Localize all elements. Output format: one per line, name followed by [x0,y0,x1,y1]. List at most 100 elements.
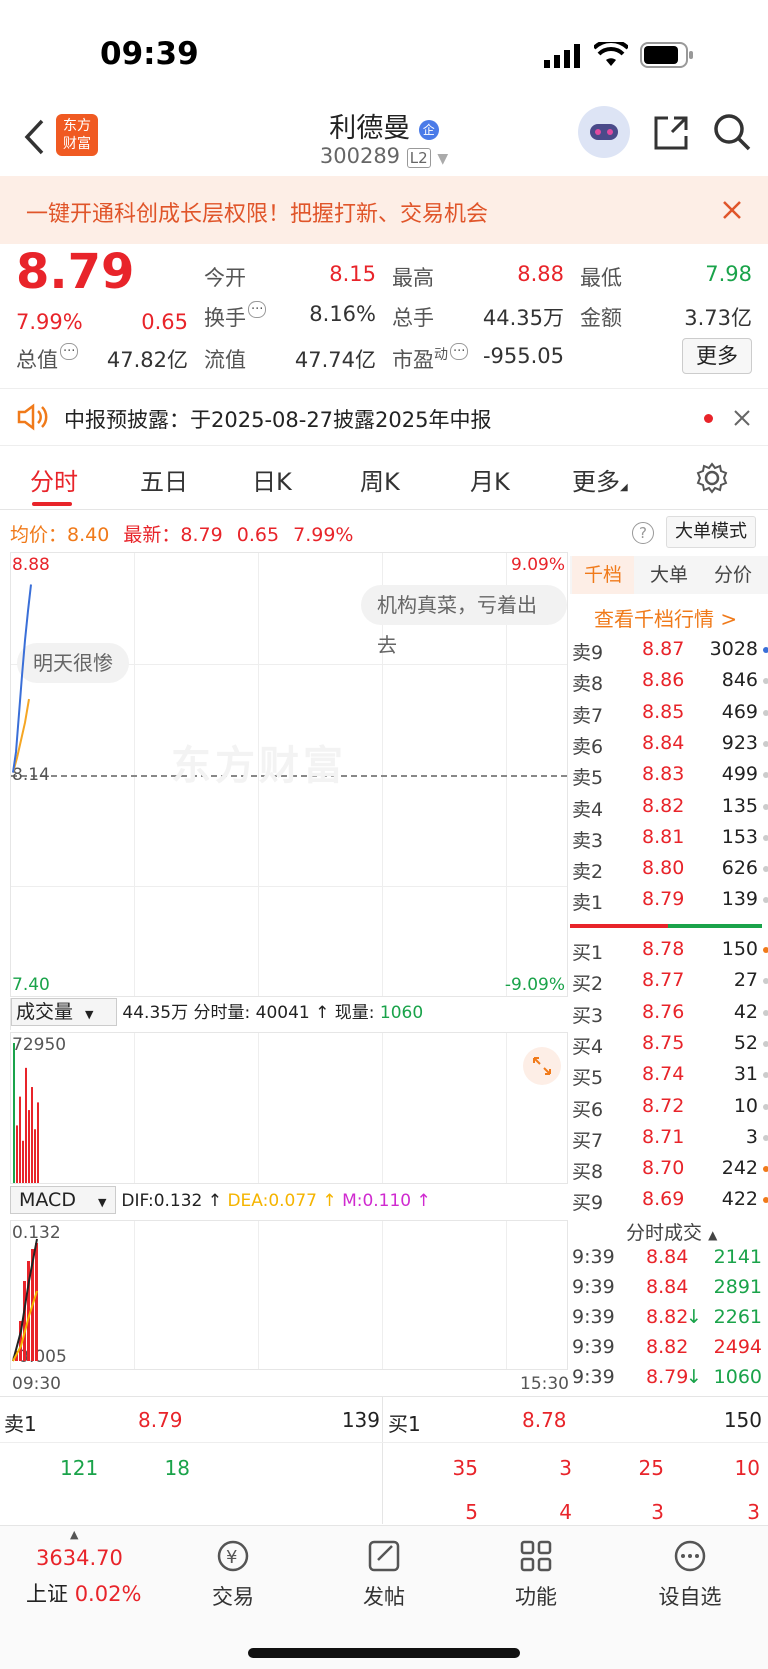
bid-row[interactable]: 买1 8.78 150 [572,938,768,966]
tab-weekly-k[interactable]: 周K [360,462,400,497]
high-label: 最高 [392,266,434,290]
chart-tabs: 分时 五日 日K 周K 月K 更多◢ [0,448,768,510]
ask-row[interactable]: 卖9 8.87 3028 [572,638,768,666]
volume-bars [13,1043,39,1183]
macd-dea: DEA:0.077 [227,1191,317,1211]
caret-up-icon: ▲ [708,1228,718,1242]
float-value: 47.74亿 [294,348,376,372]
up-arrow-icon: ↑ [416,1191,431,1211]
divider [0,1442,768,1443]
ask-price: 8.80 [642,857,685,880]
promo-banner[interactable]: 一键开通科创成长层权限！把握打新、交易机会 [0,176,768,244]
info-icon[interactable]: ··· [450,343,469,360]
turnover-value: 8.16% [309,302,376,326]
more-button[interactable]: 更多 [682,338,752,374]
tab-more-label: 更多 [572,468,620,496]
nav-add-watchlist[interactable]: 设自选 [640,1526,740,1611]
robot-assistant-icon[interactable] [578,106,630,158]
intraday-chart[interactable]: 东方财富 8.88 8.14 7.40 9.09% -9.09% 机构真菜，亏着… [10,552,568,997]
bid-row[interactable]: 买3 8.76 42 [572,1001,768,1029]
ticks-title[interactable]: 分时成交 ▲ [626,1218,717,1245]
info-icon[interactable]: ··· [60,343,79,360]
ask-volume: 846 [721,669,758,692]
current-volume: 1060 [379,1003,424,1023]
bid-volume: 150 [721,938,758,960]
bid-indicator-dot [763,1103,768,1110]
bid-row[interactable]: 买4 8.75 52 [572,1032,768,1060]
tab-daily-k[interactable]: 日K [252,462,292,497]
tick-row: 9:39 8.82 2494 [572,1336,768,1364]
close-icon[interactable] [722,200,742,220]
bid-volume: 422 [721,1188,758,1211]
bid-indicator-dot [763,1040,768,1047]
ask-row[interactable]: 卖8 8.86 846 [572,669,768,697]
buy-queue-item: 3 [747,1500,760,1524]
pe-label: 市盈 [392,348,434,372]
ask-row[interactable]: 卖7 8.85 469 [572,701,768,729]
bid-row[interactable]: 买7 8.71 3 [572,1126,768,1154]
tab-intraday[interactable]: 分时 [30,462,78,497]
tab-price-distribution[interactable]: 分价 [702,556,764,594]
bottom-nav: ▲ 3634.70 上证 0.02% ¥ 交易 发帖 功能 设自选 [0,1525,768,1669]
tick-volume: 2494 [713,1336,762,1358]
share-icon[interactable] [652,114,690,152]
tick-row: 9:39 8.79 ↓ 1060 [572,1366,768,1394]
ask-indicator-dot [763,678,768,685]
volume-bar [25,1067,27,1183]
ask-volume: 626 [721,857,758,880]
close-icon[interactable] [734,410,750,426]
bid-level: 买8 [572,1161,604,1184]
volume-selector[interactable]: 成交量 ▼ [11,998,117,1026]
bid-row[interactable]: 买8 8.70 242 [572,1157,768,1185]
help-icon[interactable]: ? [632,522,654,544]
bid-row[interactable]: 买6 8.72 10 [572,1095,768,1123]
nav-add-watchlist-label: 设自选 [658,1585,722,1609]
ask-row[interactable]: 卖1 8.79 139 [572,888,768,916]
ask-row[interactable]: 卖3 8.81 153 [572,826,768,854]
bid-row[interactable]: 买9 8.69 422 [572,1188,768,1216]
view-thousand-level-link[interactable]: 查看千档行情 > [594,603,737,632]
ask-row[interactable]: 卖2 8.80 626 [572,857,768,885]
divider [382,1396,383,1524]
mktcap-label: 总值 [16,348,58,372]
open-value: 8.15 [329,262,376,286]
volume-header: 成交量 ▼ 44.35万 分时量: 40041 ↑ 现量: 1060 [10,998,568,1030]
low-value: 7.98 [705,262,752,286]
nav-trade-label: 交易 [212,1585,254,1609]
macd-selector[interactable]: MACD ▼ [10,1186,116,1214]
nav-post[interactable]: 发帖 [334,1526,434,1611]
ask-volume: 923 [721,731,758,754]
notice-bar[interactable]: 中报预披露：于2025-08-27披露2025年中报 [0,388,768,446]
ask-indicator-dot [763,834,768,841]
volume-total: 44.35万 [122,1003,189,1023]
bid-row[interactable]: 买2 8.77 27 [572,969,768,997]
tab-large-order[interactable]: 大单 [638,556,700,594]
tab-thousand-level[interactable]: 千档 [572,556,634,594]
bid-indicator-dot [763,978,768,985]
search-icon[interactable] [712,112,752,152]
nav-functions[interactable]: 功能 [486,1526,586,1611]
current-price: 8.79 [16,244,135,300]
ask-row[interactable]: 卖4 8.82 135 [572,795,768,823]
settings-gear-icon[interactable] [696,462,728,494]
tab-monthly-k[interactable]: 月K [470,462,510,497]
buy-queue-item: 5 [465,1500,478,1524]
index-value[interactable]: 3634.70 [36,1546,123,1570]
ask-level: 卖3 [572,829,604,852]
tick-time: 9:39 [572,1336,615,1358]
bid-volume: 242 [721,1157,758,1180]
index-summary[interactable]: 上证 0.02% [26,1578,141,1608]
large-order-mode-button[interactable]: 大单模式 [666,516,756,548]
tab-more[interactable]: 更多◢ [572,462,628,497]
tab-five-day[interactable]: 五日 [140,462,188,497]
bid-volume: 52 [733,1031,758,1054]
nav-trade[interactable]: ¥ 交易 [183,1526,283,1611]
ask-row[interactable]: 卖5 8.83 499 [572,763,768,791]
minute-volume: 40041 [255,1003,310,1023]
enterprise-badge: 企 [418,119,439,140]
queue-buy-vol: 150 [723,1408,762,1432]
bid-price: 8.74 [642,1063,685,1086]
ask-row[interactable]: 卖6 8.84 923 [572,732,768,760]
info-icon[interactable]: ··· [248,301,267,318]
bid-row[interactable]: 买5 8.74 31 [572,1063,768,1091]
